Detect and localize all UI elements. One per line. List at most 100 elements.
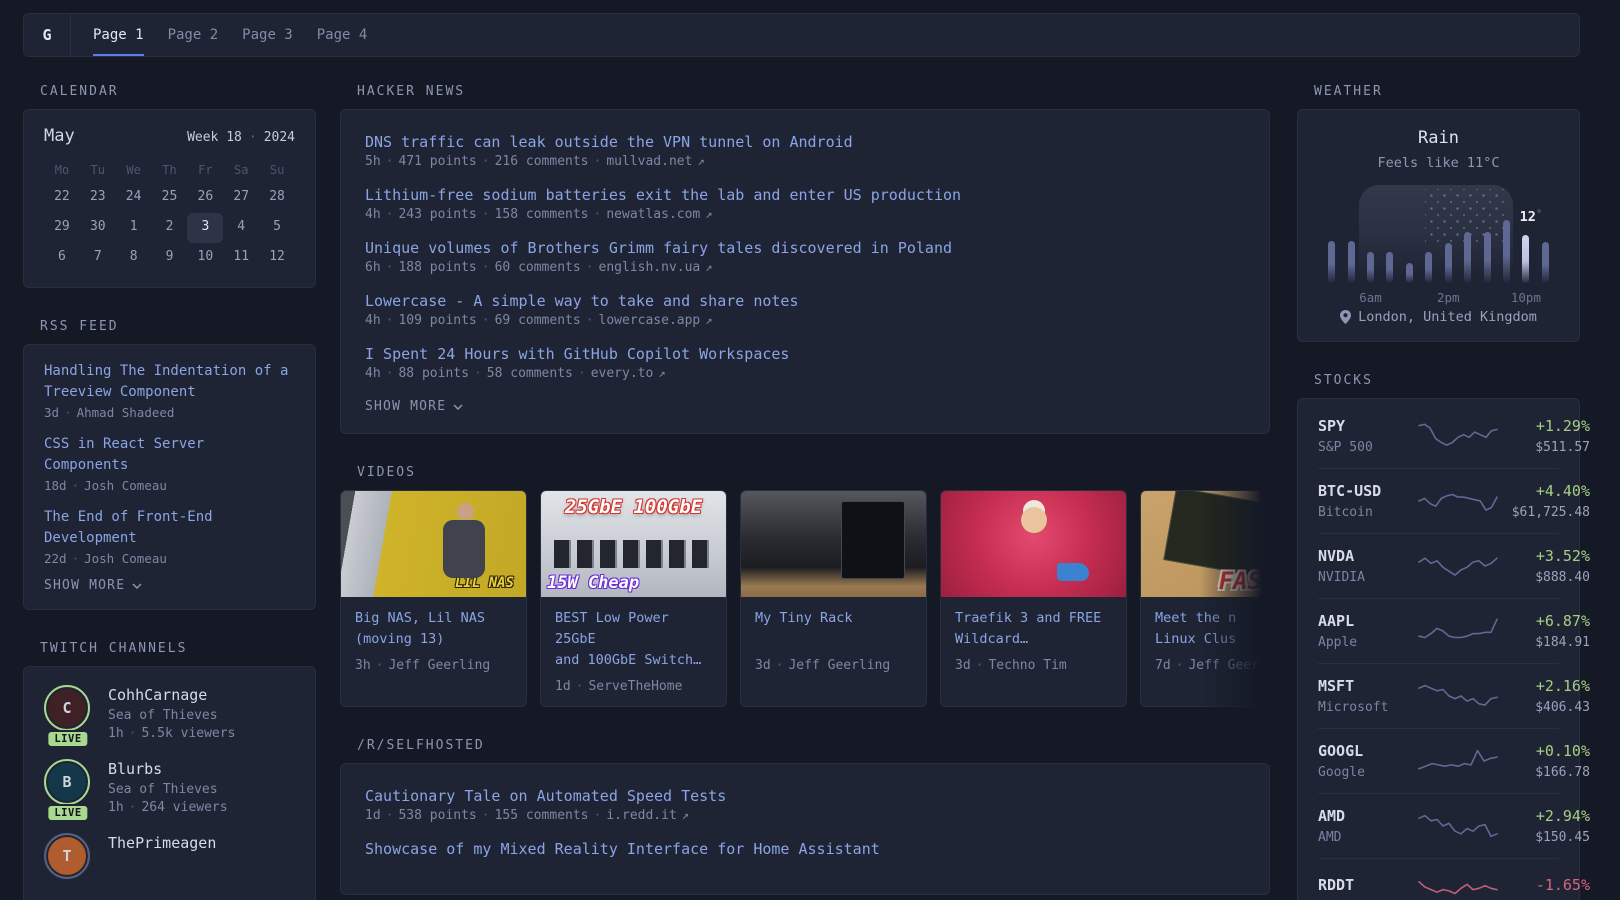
weather-section-title: WEATHER <box>1314 84 1580 99</box>
weather-bar-cell <box>1322 191 1341 283</box>
twitch-meta: 1h·5.5k viewers <box>108 726 235 741</box>
item-author: Josh Comeau <box>84 551 167 566</box>
rss-item-title[interactable]: Handling The Indentation of a Treeview C… <box>44 361 295 403</box>
story-title[interactable]: I Spent 24 Hours with GitHub Copilot Wor… <box>365 343 1245 365</box>
rss-item-title[interactable]: CSS in React Server Components <box>44 434 295 476</box>
nav-tabs: Page 1 Page 2 Page 3 Page 4 <box>71 14 379 56</box>
video-card[interactable]: Traefik 3 and FREE Wildcard… 3d·Techno Ti… <box>940 490 1127 707</box>
video-title[interactable]: My Tiny Rack <box>755 608 912 650</box>
stock-change: +2.16% <box>1498 677 1590 695</box>
story-age: 4h <box>365 207 381 222</box>
tab-page-1[interactable]: Page 1 <box>93 14 144 56</box>
stock-info: BTC-USDBitcoin <box>1318 482 1418 520</box>
video-thumbnail[interactable] <box>741 491 926 597</box>
stock-row: NVDANVIDIA+3.52%$888.40 <box>1318 533 1559 598</box>
weather-bar <box>1386 252 1393 283</box>
avatar-image: C <box>44 685 90 731</box>
calendar-day: 1 <box>116 213 152 243</box>
dot-separator: · <box>594 808 602 823</box>
stock-change-price: +2.16%$406.43 <box>1498 677 1590 715</box>
rss-list: Handling The Indentation of a Treeview C… <box>44 361 295 566</box>
rss-show-more-button[interactable]: SHOW MORE <box>44 578 142 593</box>
story-title[interactable]: DNS traffic can leak outside the VPN tun… <box>365 131 1245 153</box>
chevron-down-icon <box>132 583 142 589</box>
live-badge: LIVE <box>46 730 89 748</box>
weekday-label: Mo <box>44 159 80 183</box>
external-link-icon: ↗ <box>705 260 712 274</box>
avatar[interactable]: BLIVE <box>44 759 92 815</box>
hackernews-show-more-button[interactable]: SHOW MORE <box>365 399 463 414</box>
weather-condition: Rain <box>1316 128 1561 148</box>
video-card-body: BEST Low Power 25GbE and 100GbE Switch… 1… <box>541 597 726 706</box>
stock-row: AAPLApple+6.87%$184.91 <box>1318 598 1559 663</box>
story-points: 88 points <box>398 366 468 381</box>
video-channel: ServeTheHome <box>588 679 682 694</box>
weather-bar-cell <box>1458 191 1477 283</box>
video-card[interactable]: LIL NASBig NAS, Lil NAS (moving 13)3h·Je… <box>340 490 527 707</box>
story-title[interactable]: Unique volumes of Brothers Grimm fairy t… <box>365 237 1245 259</box>
story-item: DNS traffic can leak outside the VPN tun… <box>365 131 1245 169</box>
video-thumbnail[interactable]: LIL NAS <box>341 491 526 597</box>
video-thumbnail[interactable]: FAS <box>1141 491 1270 597</box>
video-card[interactable]: 25GbE 100GbE15W CheapBEST Low Power 25Gb… <box>540 490 727 707</box>
tab-page-4[interactable]: Page 4 <box>317 14 368 56</box>
story-domain: newatlas.com <box>606 207 700 222</box>
story-points: 109 points <box>398 313 476 328</box>
selfhosted-list: Cautionary Tale on Automated Speed Tests… <box>365 785 1245 860</box>
viewer-count: 264 viewers <box>141 800 227 815</box>
home-logo[interactable]: G <box>24 14 71 56</box>
tab-page-2[interactable]: Page 2 <box>168 14 219 56</box>
video-card-body: Traefik 3 and FREE Wildcard… 3d·Techno Ti… <box>941 597 1126 685</box>
calendar-day: 26 <box>187 183 223 213</box>
video-title[interactable]: BEST Low Power 25GbE and 100GbE Switch… <box>555 608 712 671</box>
external-link-icon: ↗ <box>697 154 704 168</box>
video-card[interactable]: My Tiny Rack3d·Jeff Geerling <box>740 490 927 707</box>
dot-separator: · <box>578 366 586 381</box>
stock-symbol: RDDT <box>1318 876 1418 894</box>
stock-price: $888.40 <box>1498 570 1590 585</box>
twitch-channel: BLIVEBlurbsSea of Thieves1h·264 viewers <box>44 759 295 815</box>
dot-separator: · <box>72 478 80 493</box>
thumbnail-text-top: 25GbE 100GbE <box>541 496 726 518</box>
calendar-day: 12 <box>259 243 295 273</box>
calendar-day: 24 <box>116 183 152 213</box>
video-age: 3d <box>755 658 771 673</box>
video-card[interactable]: FASMeet the n Linux Clus7d·Jeff Geerling <box>1140 490 1270 707</box>
story-title[interactable]: Cautionary Tale on Automated Speed Tests <box>365 785 1245 807</box>
stocks-list: SPYS&P 500+1.29%$511.57BTC-USDBitcoin+4.… <box>1318 404 1559 900</box>
video-thumbnail[interactable]: 25GbE 100GbE15W Cheap <box>541 491 726 597</box>
video-meta: 3d·Techno Tim <box>955 658 1112 673</box>
video-title[interactable]: Meet the n Linux Clus <box>1155 608 1270 650</box>
story-comments: 155 comments <box>495 808 589 823</box>
twitch-channel-name[interactable]: ThePrimeagen <box>108 834 216 852</box>
video-title[interactable]: Traefik 3 and FREE Wildcard… <box>955 608 1112 650</box>
calendar-section-title: CALENDAR <box>40 84 316 99</box>
weather-bar-cell <box>1477 191 1496 283</box>
sparkline-chart <box>1418 486 1498 516</box>
dot-separator: · <box>386 313 394 328</box>
weather-bar-cell <box>1400 191 1419 283</box>
stock-symbol: BTC-USD <box>1318 482 1418 500</box>
dot-separator: · <box>594 154 602 169</box>
video-title[interactable]: Big NAS, Lil NAS (moving 13) <box>355 608 512 650</box>
story-title[interactable]: Lowercase - A simple way to take and sha… <box>365 290 1245 312</box>
chevron-down-icon <box>453 404 463 410</box>
twitch-channel-name[interactable]: Blurbs <box>108 760 228 778</box>
video-thumbnail[interactable] <box>941 491 1126 597</box>
story-title[interactable]: Showcase of my Mixed Reality Interface f… <box>365 838 1245 860</box>
left-column: CALENDAR May Week 18·2024 MoTuWeThFrSaSu… <box>23 84 316 900</box>
calendar-day: 11 <box>223 243 259 273</box>
tab-page-3[interactable]: Page 3 <box>242 14 293 56</box>
avatar[interactable]: CLIVE <box>44 685 92 741</box>
calendar-month: May <box>44 126 75 146</box>
calendar-grid: 222324252627282930123456789101112 <box>44 183 295 273</box>
story-item: Lowercase - A simple way to take and sha… <box>365 290 1245 328</box>
story-title[interactable]: Lithium-free sodium batteries exit the l… <box>365 184 1245 206</box>
stock-change-price: +3.52%$888.40 <box>1498 547 1590 585</box>
top-nav: G Page 1 Page 2 Page 3 Page 4 <box>23 13 1580 57</box>
stock-sparkline <box>1418 811 1498 841</box>
video-age: 1d <box>555 679 571 694</box>
rss-item-title[interactable]: The End of Front-End Development <box>44 507 295 549</box>
twitch-channel-name[interactable]: CohhCarnage <box>108 686 235 704</box>
avatar[interactable]: T <box>44 833 92 879</box>
